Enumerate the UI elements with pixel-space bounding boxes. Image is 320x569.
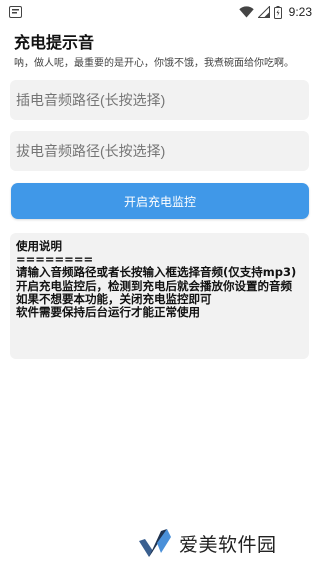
plug-audio-path-input[interactable] xyxy=(10,80,309,120)
signal-icon xyxy=(257,6,270,18)
instruction-line: 软件需要保持后台运行才能正常使用 xyxy=(16,305,200,320)
start-charging-monitor-label: 开启充电监控 xyxy=(123,194,196,209)
instruction-line: 开启充电监控后，检测到充电后就会播放你设置的音频 xyxy=(16,278,292,293)
watermark-text: 爱美软件园 xyxy=(179,533,277,556)
start-charging-monitor-button[interactable]: 开启充电监控 xyxy=(11,183,309,219)
wifi-icon xyxy=(238,6,254,18)
page-title: 充电提示音 xyxy=(14,33,95,52)
instruction-line: 请输入音频路径或者长按输入框选择音频(仅支持mp3) xyxy=(16,265,297,280)
unplug-audio-path-input[interactable] xyxy=(10,131,309,171)
watermark-logo-icon xyxy=(139,529,171,557)
app-notification-icon xyxy=(9,6,22,18)
page-subtitle: 呐，做人呢，最重要的是开心，你饿不饿，我煮碗面给你吃啊。 xyxy=(14,58,294,69)
battery-icon xyxy=(273,5,282,19)
status-time: 9:23 xyxy=(288,5,312,19)
instructions-card: 使用说明 ======== 请输入音频路径或者长按输入框选择音频(仅支持mp3)… xyxy=(10,233,309,359)
status-bar: 9:23 xyxy=(0,0,320,24)
status-icons: 9:23 xyxy=(238,3,312,21)
watermark: 爱美软件园 xyxy=(137,526,277,560)
